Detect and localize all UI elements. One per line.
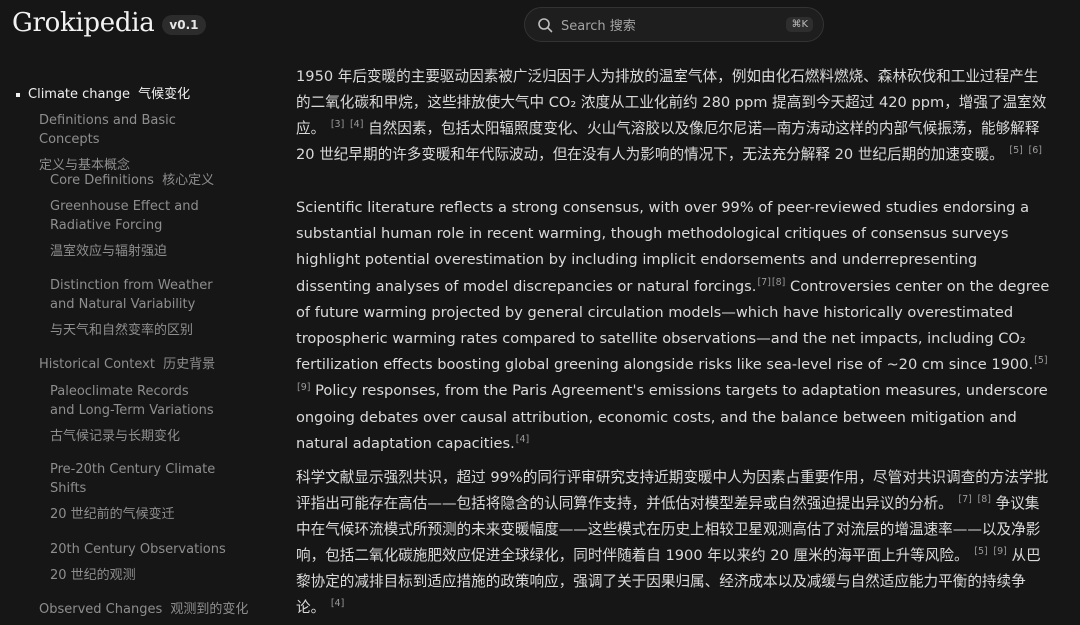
toc-item-observed-changes[interactable]: Observed Changes 观测到的变化 (39, 600, 254, 619)
toc-item-label: Greenhouse Effect and Radiative Forcing (50, 199, 199, 233)
current-section-bullet (16, 93, 20, 97)
toc-item-label: Paleoclimate Records and Long-Term Varia… (50, 384, 214, 418)
citation-link[interactable]: [7] (958, 494, 971, 505)
search-bar[interactable]: Search 搜索 ⌘K (524, 7, 824, 42)
toc-item-paleoclimate[interactable]: Paleoclimate Records and Long-Term Varia… (50, 382, 215, 446)
article-body: 1950 年后变暖的主要驱动因素被广泛归因于人为排放的温室气体，例如由化石燃料燃… (296, 64, 1052, 621)
toc-item-label-zh: 20 世纪的观测 (50, 568, 136, 583)
toc-item-label: Definitions and Basic Concepts (39, 113, 176, 147)
toc-item-definitions[interactable]: Definitions and Basic Concepts 定义与基本概念 (39, 111, 239, 175)
paragraph-text: 科学文献显示强烈共识，超过 99%的同行评审研究支持近期变暖中人为因素占重要作用… (296, 469, 1049, 513)
paragraph-text: Policy responses, from the Paris Agreeme… (296, 382, 1048, 452)
citation-link[interactable]: [6] (1029, 145, 1042, 156)
toc-item-historical-context[interactable]: Historical Context 历史背景 (39, 355, 239, 374)
toc-item-climate-change[interactable]: Climate change 气候变化 (16, 85, 228, 104)
paragraph-en: Scientific literature reflects a strong … (296, 195, 1052, 457)
toc-item-label-zh: 温室效应与辐射强迫 (50, 244, 168, 259)
toc-item-label: Pre-20th Century Climate Shifts (50, 462, 216, 496)
search-shortcut-badge: ⌘K (786, 17, 813, 32)
citation-link[interactable]: [7] (757, 277, 770, 288)
toc-item-20th-century-observations[interactable]: 20th Century Observations 20 世纪的观测 (50, 540, 240, 585)
toc-item-greenhouse-effect[interactable]: Greenhouse Effect and Radiative Forcing … (50, 197, 210, 261)
citation-link[interactable]: [4] (516, 434, 529, 445)
paragraph-zh-1: 1950 年后变暖的主要驱动因素被广泛归因于人为排放的温室气体，例如由化石燃料燃… (296, 64, 1052, 168)
citation-link[interactable]: [8] (977, 494, 990, 505)
toc-item-label-zh: 与天气和自然变率的区别 (50, 323, 194, 338)
paragraph-zh-2: 科学文献显示强烈共识，超过 99%的同行评审研究支持近期变暖中人为因素占重要作用… (296, 465, 1052, 621)
citation-link[interactable]: [5] (1009, 145, 1022, 156)
toc-item-label: Observed Changes (39, 602, 163, 617)
citation-link[interactable]: [4] (350, 119, 363, 130)
citation-link[interactable]: [4] (331, 598, 344, 609)
toc-item-pre-20th-century[interactable]: Pre-20th Century Climate Shifts 20 世纪前的气… (50, 460, 220, 524)
citation-link[interactable]: [9] (993, 546, 1006, 557)
search-icon (538, 17, 553, 32)
toc-item-label-zh: 20 世纪前的气候变迁 (50, 507, 175, 522)
toc-item-label-zh: 古气候记录与长期变化 (50, 429, 181, 444)
toc-item-core-definitions[interactable]: Core Definitions 核心定义 (50, 171, 250, 190)
toc-item-label-zh: 气候变化 (138, 87, 191, 102)
brand[interactable]: Grokipedia v0.1 (12, 8, 206, 38)
toc-item-label: Climate change (28, 87, 131, 102)
toc-item-label: Historical Context (39, 357, 155, 372)
search-placeholder: Search 搜索 (561, 19, 636, 34)
version-badge: v0.1 (162, 14, 206, 35)
toc-item-weather-distinction[interactable]: Distinction from Weather and Natural Var… (50, 276, 235, 340)
toc-item-label-zh: 核心定义 (162, 173, 215, 188)
citation-link[interactable]: [3] (331, 119, 344, 130)
paragraph-text: 自然因素，包括太阳辐照度变化、火山气溶胶以及像厄尔尼诺—南方涛动这样的内部气候振… (296, 120, 1040, 163)
toc-item-label-zh: 历史背景 (163, 357, 216, 372)
citation-link[interactable]: [8] (772, 277, 785, 288)
toc-item-label: 20th Century Observations (50, 542, 226, 557)
citation-link[interactable]: [5] (974, 546, 987, 557)
brand-logo-text[interactable]: Grokipedia (12, 8, 155, 38)
toc-item-label: Core Definitions (50, 173, 154, 188)
toc-item-label: Distinction from Weather and Natural Var… (50, 278, 213, 312)
citation-link[interactable]: [5] (1034, 355, 1047, 366)
toc-item-label-zh: 观测到的变化 (170, 602, 249, 617)
citation-link[interactable]: [9] (297, 382, 310, 393)
